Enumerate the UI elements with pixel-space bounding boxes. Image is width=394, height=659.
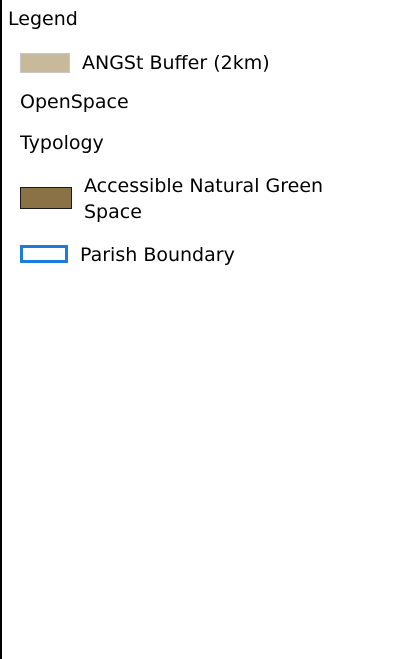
legend-item-label: Accessible Natural Green Space bbox=[84, 175, 324, 223]
legend-item-label: ANGSt Buffer (2km) bbox=[82, 52, 270, 74]
legend-item-label: Parish Boundary bbox=[80, 244, 235, 266]
legend-item-angst-buffer: ANGSt Buffer (2km) bbox=[20, 51, 270, 75]
legend-group-openspace: OpenSpace bbox=[20, 91, 129, 113]
legend-title: Legend bbox=[8, 8, 78, 30]
legend-group-typology: Typology bbox=[20, 132, 104, 154]
legend-panel: Legend ANGSt Buffer (2km) OpenSpace Typo… bbox=[0, 0, 394, 659]
natural-green-space-swatch bbox=[20, 187, 72, 209]
legend-item-natural-green-space: Accessible Natural Green Space bbox=[20, 173, 334, 225]
parish-boundary-swatch bbox=[20, 245, 68, 263]
angst-buffer-swatch bbox=[20, 53, 70, 73]
legend-item-parish-boundary: Parish Boundary bbox=[20, 243, 235, 267]
